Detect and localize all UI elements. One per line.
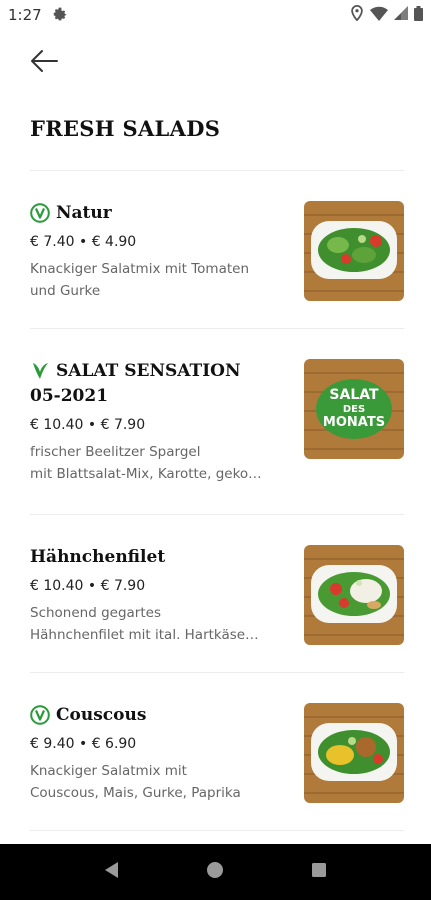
item-name: SALAT SENSATION	[56, 361, 241, 381]
item-description: frischer Beelitzer Spargel mit Blattsala…	[30, 444, 262, 482]
page-title: FRESH SALADS	[30, 116, 221, 141]
chicken-salad-image	[304, 545, 404, 645]
vegan-circle-icon	[30, 203, 50, 223]
list-item[interactable]: Hähnchenfilet € 10.40 • € 7.90 Schonend …	[30, 515, 404, 672]
item-name: Natur	[56, 203, 112, 223]
battery-icon	[414, 5, 423, 25]
item-price: € 9.40 • € 6.90	[30, 736, 137, 752]
salat-des-monats-image: SALAT DES MONATS	[304, 359, 404, 459]
couscous-salad-image	[304, 703, 404, 803]
location-icon	[350, 4, 364, 25]
list-item[interactable]: Natur € 7.40 • € 4.90 Knackiger Salatmix…	[30, 171, 404, 328]
nav-home-icon[interactable]	[205, 860, 225, 884]
item-title: Couscous	[30, 703, 290, 728]
list-item[interactable]: Couscous € 9.40 • € 6.90 Knackiger Salat…	[30, 673, 404, 830]
item-description: Schonend gegartes Hähnchenfilet mit ital…	[30, 605, 259, 643]
item-name: Couscous	[56, 705, 147, 725]
nav-back-icon[interactable]	[102, 860, 122, 884]
arrow-left-icon	[31, 50, 58, 72]
logo-text-1: SALAT	[329, 387, 379, 403]
status-bar: 1:27	[0, 0, 431, 30]
nav-recents-icon[interactable]	[309, 860, 329, 884]
logo-text-2: DES	[343, 404, 365, 415]
item-name: Hähnchenfilet	[30, 547, 166, 567]
item-description: Knackiger Salatmix mit Tomaten und Gurke	[30, 261, 250, 299]
item-title: Hähnchenfilet	[30, 545, 290, 570]
status-time: 1:27	[8, 6, 42, 24]
item-name-line2: 05-2021	[30, 386, 109, 406]
divider	[30, 830, 404, 831]
wifi-icon	[370, 6, 388, 25]
vegetarian-leaf-icon	[33, 363, 48, 379]
signal-icon	[394, 6, 408, 24]
system-navigation-bar	[0, 844, 431, 900]
item-price: € 10.40 • € 7.90	[30, 578, 146, 594]
item-price: € 7.40 • € 4.90	[30, 234, 137, 250]
item-title: Natur	[30, 201, 290, 226]
salad-list: Natur € 7.40 • € 4.90 Knackiger Salatmix…	[30, 170, 404, 831]
list-item[interactable]: SALAT SENSATION 05-2021 € 10.40 • € 7.90…	[30, 329, 404, 514]
item-description: Knackiger Salatmix mit Couscous, Mais, G…	[30, 763, 241, 801]
vegan-circle-icon	[30, 705, 50, 725]
logo-text-3: MONATS	[323, 415, 385, 430]
green-salad-image	[304, 201, 404, 301]
item-price: € 10.40 • € 7.90	[30, 417, 146, 433]
back-button[interactable]	[24, 44, 64, 78]
item-title: SALAT SENSATION 05-2021	[30, 359, 290, 409]
settings-icon	[52, 5, 68, 25]
